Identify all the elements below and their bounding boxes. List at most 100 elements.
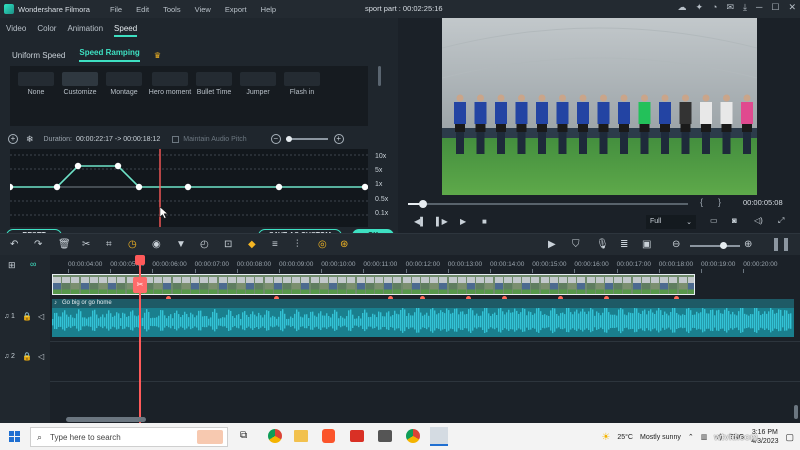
tab-animation[interactable]: Animation xyxy=(67,24,103,37)
monitor-icon[interactable]: ▭ xyxy=(710,216,718,225)
audio-track-1-lock-icon[interactable]: 🔒 xyxy=(22,312,32,321)
link-icon[interactable]: ∞ xyxy=(30,259,36,269)
timeline-scrollbar[interactable] xyxy=(66,417,146,422)
chrome-2-icon[interactable] xyxy=(406,429,420,443)
cloud-icon[interactable]: ☁ xyxy=(677,2,686,13)
voiceover-icon[interactable]: ≣ xyxy=(620,239,628,250)
cut-icon[interactable]: ✂ xyxy=(82,239,90,250)
tab-video[interactable]: Video xyxy=(6,24,26,37)
zoom-in-icon[interactable]: + xyxy=(333,134,344,144)
mark-in-icon[interactable]: { xyxy=(700,197,703,207)
step-back-icon[interactable]: ◀▌ xyxy=(414,217,426,226)
menu-view[interactable]: View xyxy=(195,5,211,14)
prev-frame-icon[interactable]: ▌▶ xyxy=(436,217,448,226)
preset-bullet-time[interactable]: Bullet Time xyxy=(192,72,236,116)
download-icon[interactable]: ⤓ xyxy=(743,2,747,13)
crop-icon[interactable]: ⌗ xyxy=(106,239,112,250)
tab-speed[interactable]: Speed xyxy=(114,24,138,37)
task-view-icon[interactable]: ⧉ xyxy=(240,430,247,441)
add-track-icon[interactable]: ⊞ xyxy=(8,260,16,271)
filmora-taskbar-icon[interactable] xyxy=(430,427,448,446)
tab-color[interactable]: Color xyxy=(37,24,56,37)
motion-track-icon[interactable]: ◎ xyxy=(318,239,327,250)
color-icon[interactable]: ◉ xyxy=(152,239,161,250)
maintain-pitch-checkbox[interactable] xyxy=(172,135,180,143)
playhead-scissor-icon[interactable]: ✂ xyxy=(133,277,147,293)
zoom-out-icon[interactable]: − xyxy=(270,134,281,144)
maximize-icon[interactable]: ☐ xyxy=(771,2,779,13)
microphone-icon[interactable]: 🎙 xyxy=(596,239,609,250)
timeline-zoom-out-icon[interactable]: ⊖ xyxy=(672,239,680,250)
stop-icon[interactable]: ■ xyxy=(482,217,487,226)
zoom-slider-handle[interactable] xyxy=(285,136,292,142)
bulb-icon[interactable]: ✦ xyxy=(695,2,703,13)
layout-icon[interactable] xyxy=(774,238,788,251)
audio-track-2-volume-icon[interactable]: ◁ xyxy=(38,352,44,361)
preset-customize[interactable]: Customize xyxy=(58,72,102,116)
windows-start-icon[interactable] xyxy=(9,431,20,442)
preset-hero-moment[interactable]: Hero moment xyxy=(148,72,192,116)
audio-track-2-lock-icon[interactable]: 🔒 xyxy=(22,352,32,361)
menu-help[interactable]: Help xyxy=(261,5,276,14)
audio-track-1-volume-icon[interactable]: ◁ xyxy=(38,312,44,321)
close-icon[interactable]: ✕ xyxy=(788,2,796,13)
taskbar-search[interactable]: ⌕ Type here to search xyxy=(30,427,228,447)
volume-icon[interactable]: ◁) xyxy=(754,216,763,225)
ai-cutout-icon[interactable]: ⊛ xyxy=(340,239,348,250)
mail-app-icon[interactable] xyxy=(350,430,364,442)
seek-handle[interactable] xyxy=(419,200,427,208)
fit-icon[interactable]: ⊡ xyxy=(224,239,232,250)
delete-icon[interactable]: 🗑 xyxy=(58,239,71,250)
network-icon[interactable]: ▥ xyxy=(701,433,708,441)
timeline-zoom-in-icon[interactable]: ⊕ xyxy=(744,239,752,250)
quality-select[interactable]: Full ⌄ xyxy=(646,215,696,229)
undo-icon[interactable]: ↶ xyxy=(10,239,18,250)
duration-icon[interactable]: ◴ xyxy=(200,239,209,250)
add-point-icon[interactable]: + xyxy=(8,134,18,144)
menu-tools[interactable]: Tools xyxy=(163,5,181,14)
mask-icon[interactable]: ▼ xyxy=(176,239,186,250)
menu-export[interactable]: Export xyxy=(225,5,247,14)
subtab-speed-ramping[interactable]: Speed Ramping xyxy=(79,48,140,62)
notification-icon[interactable]: ▢ xyxy=(785,432,794,443)
camera-app-icon[interactable] xyxy=(378,430,392,442)
chrome-icon[interactable] xyxy=(268,429,282,443)
menu-file[interactable]: File xyxy=(110,5,122,14)
snapshot-icon[interactable]: ◙ xyxy=(732,216,737,225)
weather-desc[interactable]: Mostly sunny xyxy=(640,434,681,441)
speed-ramp-graph[interactable] xyxy=(10,149,368,227)
speed-icon[interactable]: ◷ xyxy=(128,239,137,250)
subtab-uniform-speed[interactable]: Uniform Speed xyxy=(12,51,65,60)
mark-out-icon[interactable]: } xyxy=(718,197,721,207)
render-icon[interactable]: ▶ xyxy=(548,239,556,250)
timeline-zoom-slider[interactable] xyxy=(690,242,740,249)
audio-mixer-icon[interactable]: ⫶ xyxy=(296,239,299,250)
menu-edit[interactable]: Edit xyxy=(136,5,149,14)
seek-bar[interactable] xyxy=(408,203,688,205)
video-clip[interactable] xyxy=(52,274,695,295)
time-ruler[interactable]: 00:00:04:00 00:00:05:00 00:00:06:00 00:00:0… xyxy=(50,255,795,273)
vertical-scrollbar[interactable] xyxy=(794,405,798,419)
brave-icon[interactable] xyxy=(322,429,335,443)
weather-icon[interactable]: ☀ xyxy=(601,432,610,443)
timeline-zoom-handle[interactable] xyxy=(720,242,727,249)
playhead-handle[interactable] xyxy=(135,255,145,265)
preset-scrollbar[interactable] xyxy=(378,66,381,86)
freeze-icon[interactable]: ❄ xyxy=(26,134,34,145)
marker-icon[interactable]: ⛉ xyxy=(572,239,580,250)
adjust-icon[interactable]: ≡ xyxy=(272,239,278,250)
tray-chevron-icon[interactable]: ⌃ xyxy=(688,433,694,441)
weather-temp[interactable]: 25°C xyxy=(617,434,633,441)
keyframe-icon[interactable]: ◆ xyxy=(248,239,256,250)
zoom-slider[interactable] xyxy=(285,136,328,142)
preset-flash-in[interactable]: Flash in xyxy=(280,72,324,116)
play-icon[interactable]: ▶ xyxy=(460,217,466,226)
fullscreen-icon[interactable]: ⤢ xyxy=(778,216,784,226)
mail-icon[interactable]: ✉ xyxy=(726,2,734,13)
explorer-icon[interactable] xyxy=(294,430,308,442)
preset-montage[interactable]: Montage xyxy=(102,72,146,116)
preset-none[interactable]: None xyxy=(14,72,58,116)
preset-jumper[interactable]: Jumper xyxy=(236,72,280,116)
minimize-icon[interactable]: ─ xyxy=(756,2,762,13)
headset-icon[interactable]: ◔ xyxy=(712,2,717,13)
